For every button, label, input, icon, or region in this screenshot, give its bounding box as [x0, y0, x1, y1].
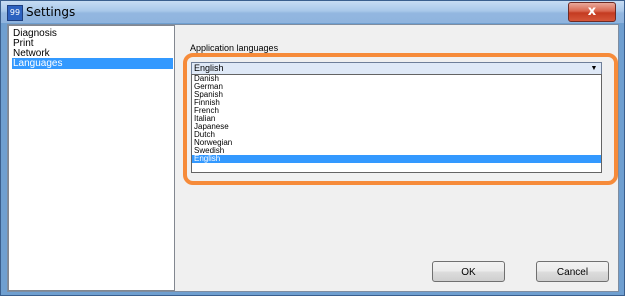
settings-category-list[interactable]: Diagnosis Print Network Languages — [8, 25, 175, 291]
language-option-german[interactable]: German — [192, 83, 601, 91]
language-option-english[interactable]: English — [192, 155, 601, 163]
window-title: Settings — [26, 5, 76, 19]
option-label: English — [194, 154, 221, 163]
dialog-client-area: Diagnosis Print Network Languages Applic… — [7, 24, 619, 292]
close-button[interactable]: x — [568, 2, 616, 22]
language-option-japanese[interactable]: Japanese — [192, 123, 601, 131]
language-option-spanish[interactable]: Spanish — [192, 91, 601, 99]
ok-button[interactable]: OK — [432, 261, 505, 282]
chevron-down-icon[interactable]: ▼ — [589, 63, 599, 74]
language-option-dutch[interactable]: Dutch — [192, 131, 601, 139]
sidebar-item-languages[interactable]: Languages — [12, 58, 173, 69]
settings-window: 99 Settings x Diagnosis Print Network La… — [0, 0, 625, 296]
title-bar[interactable]: 99 Settings x — [1, 1, 624, 23]
language-option-italian[interactable]: Italian — [192, 115, 601, 123]
language-options-list[interactable]: Danish German Spanish Finnish French Ita… — [191, 74, 602, 173]
language-option-swedish[interactable]: Swedish — [192, 147, 601, 155]
language-option-norwegian[interactable]: Norwegian — [192, 139, 601, 147]
language-option-french[interactable]: French — [192, 107, 601, 115]
language-option-danish[interactable]: Danish — [192, 75, 601, 83]
language-dropdown-value: English — [194, 63, 224, 73]
language-option-finnish[interactable]: Finnish — [192, 99, 601, 107]
cancel-button[interactable]: Cancel — [536, 261, 609, 282]
application-languages-label: Application languages — [190, 43, 279, 53]
settings-app-icon: 99 — [7, 5, 23, 21]
close-icon: x — [587, 4, 597, 19]
